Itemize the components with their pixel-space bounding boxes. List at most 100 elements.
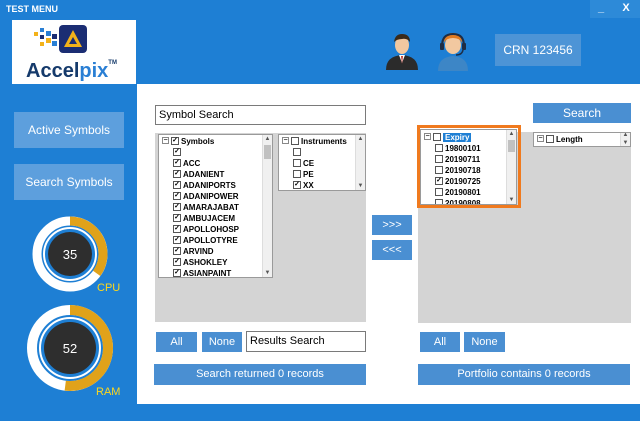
list-item-label: AMBUJACEM — [183, 214, 235, 223]
checkbox-icon[interactable]: ✓ — [173, 224, 181, 233]
scroll-down-icon[interactable]: ▼ — [622, 140, 629, 146]
scroll-up-icon[interactable]: ▲ — [622, 133, 629, 139]
scroll-down-icon[interactable]: ▼ — [357, 182, 364, 190]
length-scrollbar[interactable]: ▲ ▼ — [620, 133, 630, 146]
checkbox-icon[interactable]: ✓ — [173, 147, 181, 156]
search-symbols-button[interactable]: Search Symbols — [14, 164, 124, 200]
list-item-label: ADANIENT — [183, 170, 225, 179]
add-to-portfolio-button[interactable]: >>> — [372, 215, 412, 235]
support-agent-icon[interactable] — [432, 29, 474, 71]
checkbox-icon[interactable]: ✓ — [173, 257, 181, 266]
expiry-highlight-box — [417, 125, 521, 208]
checkbox-icon[interactable] — [293, 158, 301, 167]
instruments-tree-root[interactable]: − Instruments — [282, 136, 347, 147]
list-item-label: ADANIPOWER — [183, 192, 239, 201]
scroll-down-icon[interactable]: ▼ — [264, 269, 271, 277]
instruments-tree[interactable]: − Instruments CE PE ✓ XX ▲ ▼ — [278, 134, 366, 191]
list-item[interactable]: ✓ ADANIPORTS — [173, 180, 236, 191]
checkbox-icon[interactable]: ✓ — [173, 158, 181, 167]
list-item[interactable]: ✓ ASIANPAINT — [173, 268, 232, 278]
user-icon[interactable] — [382, 30, 422, 70]
search-button[interactable]: Search — [533, 103, 631, 123]
list-item-label: ASIANPAINT — [183, 269, 232, 278]
checkbox-icon[interactable] — [293, 169, 301, 178]
app-window: TEST MENU _ X AccelpixTM CRN 123456 Acti… — [0, 0, 640, 421]
sidebar: Active Symbols Search Symbols 35 CPU 52 … — [0, 84, 136, 406]
symbol-search-input[interactable]: Symbol Search — [155, 105, 366, 125]
logo: AccelpixTM — [12, 20, 136, 84]
list-item[interactable]: PE — [293, 169, 314, 180]
checkbox-icon[interactable]: ✓ — [173, 202, 181, 211]
ram-value: 52 — [63, 341, 77, 356]
list-item[interactable]: ✓ ADANIENT — [173, 169, 224, 180]
close-button[interactable]: X — [612, 0, 640, 18]
minimize-button[interactable]: _ — [590, 0, 612, 18]
list-item[interactable]: ✓ APOLLOTYRE — [173, 235, 238, 246]
symbols-scrollbar[interactable]: ▲ ▼ — [262, 135, 272, 277]
search-status-bar: Search returned 0 records — [154, 364, 366, 385]
collapse-icon[interactable]: − — [162, 137, 169, 145]
list-item[interactable]: ✓ ASHOKLEY — [173, 257, 227, 268]
checkbox-icon[interactable]: ✓ — [173, 246, 181, 255]
checkbox-icon[interactable] — [546, 134, 554, 143]
length-tree[interactable]: − Length ▲ ▼ — [533, 132, 631, 147]
list-item[interactable]: ✓ — [173, 147, 183, 158]
length-tree-root[interactable]: − Length — [537, 134, 583, 145]
window-title: TEST MENU — [6, 4, 59, 14]
checkbox-icon[interactable]: ✓ — [171, 136, 179, 145]
list-item[interactable]: ✓ XX — [293, 180, 314, 190]
length-header: Length — [556, 135, 583, 144]
active-symbols-button[interactable]: Active Symbols — [14, 112, 124, 148]
remove-from-portfolio-button[interactable]: <<< — [372, 240, 412, 260]
title-bar: TEST MENU _ X — [0, 0, 640, 18]
collapse-icon[interactable]: − — [537, 135, 544, 143]
list-item[interactable]: ✓ APOLLOHOSP — [173, 224, 239, 235]
checkbox-icon[interactable]: ✓ — [293, 180, 301, 189]
list-item-label: ACC — [183, 159, 201, 168]
checkbox-icon[interactable]: ✓ — [173, 180, 181, 189]
list-item[interactable] — [293, 147, 303, 158]
results-search-input[interactable]: Results Search — [246, 331, 366, 352]
scroll-thumb[interactable] — [264, 145, 271, 159]
cpu-label: CPU — [97, 282, 121, 294]
list-item-label: APOLLOHOSP — [183, 225, 240, 234]
logo-trademark: TM — [108, 60, 117, 66]
crn-badge: CRN 123456 — [495, 34, 581, 66]
list-item[interactable]: CE — [293, 158, 314, 169]
list-item-label: ASHOKLEY — [183, 258, 228, 267]
checkbox-icon[interactable] — [291, 136, 299, 145]
checkbox-icon[interactable]: ✓ — [173, 191, 181, 200]
cpu-value: 35 — [63, 247, 77, 262]
scroll-up-icon[interactable]: ▲ — [264, 135, 271, 143]
left-all-button[interactable]: All — [156, 332, 197, 352]
symbols-tree[interactable]: − ✓ Symbols ✓ ✓ ACC ✓ ADANIENT ✓ ADANIPORTS ✓ ADAN… — [158, 134, 273, 278]
list-item[interactable]: ✓ ADANIPOWER — [173, 191, 239, 202]
checkbox-icon[interactable] — [293, 147, 301, 156]
list-item[interactable]: ✓ ACC — [173, 158, 200, 169]
list-item-label: PE — [303, 170, 314, 179]
list-item-label: ARVIND — [183, 247, 214, 256]
list-item-label: ADANIPORTS — [183, 181, 236, 190]
list-item-label: CE — [303, 159, 315, 168]
collapse-icon[interactable]: − — [282, 137, 289, 145]
list-item-label: APOLLOTYRE — [183, 236, 238, 245]
logo-text-accel: Accel — [26, 60, 80, 82]
ram-gauge: 52 — [27, 305, 113, 391]
right-all-button[interactable]: All — [420, 332, 460, 352]
left-none-button[interactable]: None — [202, 332, 242, 352]
portfolio-status-bar: Portfolio contains 0 records — [418, 364, 630, 385]
checkbox-icon[interactable]: ✓ — [173, 235, 181, 244]
logo-text-pix: pix — [79, 60, 109, 82]
symbols-tree-root[interactable]: − ✓ Symbols — [162, 136, 214, 147]
checkbox-icon[interactable]: ✓ — [173, 268, 181, 277]
checkbox-icon[interactable]: ✓ — [173, 213, 181, 222]
list-item[interactable]: ✓ AMARAJABAT — [173, 202, 239, 213]
instruments-scrollbar[interactable]: ▲ ▼ — [355, 135, 365, 190]
scroll-up-icon[interactable]: ▲ — [357, 135, 364, 143]
checkbox-icon[interactable]: ✓ — [173, 169, 181, 178]
bottom-bar — [0, 404, 640, 421]
right-none-button[interactable]: None — [464, 332, 505, 352]
list-item[interactable]: ✓ ARVIND — [173, 246, 214, 257]
symbols-header: Symbols — [181, 137, 215, 146]
list-item[interactable]: ✓ AMBUJACEM — [173, 213, 235, 224]
